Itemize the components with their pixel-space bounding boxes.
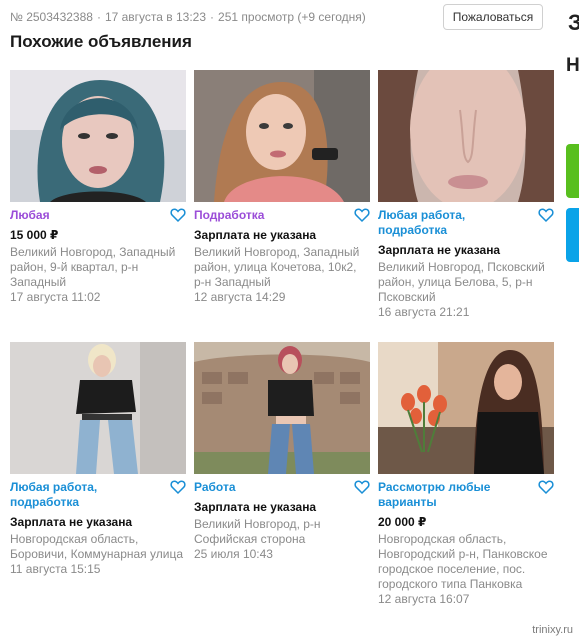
ad-posted-date: 17 августа в 13:23 <box>104 10 207 24</box>
ad-date: 17 августа 11:02 <box>10 290 101 304</box>
ad-title[interactable]: Работа <box>194 480 370 495</box>
ad-photo[interactable] <box>378 70 554 202</box>
report-button[interactable]: Пожаловаться <box>443 4 543 30</box>
ad-photo[interactable] <box>10 70 186 202</box>
ad-price: 20 000 ₽ <box>378 515 427 529</box>
ad-title[interactable]: Любая работа, подработка <box>10 480 186 510</box>
favorite-heart-icon[interactable] <box>538 207 554 223</box>
ad-card[interactable]: Рассмотрю любые варианты 20 000 ₽ Новгор… <box>378 342 554 607</box>
ad-date: 16 августа 21:21 <box>378 305 470 319</box>
ad-photo[interactable] <box>378 342 554 474</box>
ad-number: № 2503432388 <box>10 10 93 24</box>
ad-title[interactable]: Любая работа, подработка <box>378 208 554 238</box>
green-action-button[interactable] <box>566 144 579 198</box>
ad-address: Великий Новгород, Западный район, улица … <box>194 245 360 289</box>
ad-title[interactable]: Рассмотрю любые варианты <box>378 480 554 510</box>
ad-price: Зарплата не указана <box>194 500 317 514</box>
ad-photo[interactable] <box>194 342 370 474</box>
ad-address: Великий Новгород, Псковский район, улица… <box>378 260 545 304</box>
edge-subheading-fragment: Н <box>566 55 579 76</box>
blue-action-button[interactable] <box>566 208 579 262</box>
ad-date: 12 августа 14:29 <box>194 290 286 304</box>
ad-date: 11 августа 15:15 <box>10 562 101 576</box>
ad-address: Великий Новгород, Западный район, 9-й кв… <box>10 245 176 289</box>
edge-heading-fragment: З <box>568 10 579 35</box>
favorite-heart-icon[interactable] <box>538 479 554 495</box>
ad-views: 251 просмотр (+9 сегодня) <box>218 10 366 24</box>
ad-photo[interactable] <box>194 70 370 202</box>
ad-title[interactable]: Любая <box>10 208 186 223</box>
ad-date: 25 июля 10:43 <box>194 547 273 561</box>
ad-title[interactable]: Подработка <box>194 208 370 223</box>
ad-address: Новгородская область, Новгородский р-н, … <box>378 532 548 591</box>
ad-photo[interactable] <box>10 342 186 474</box>
ad-card[interactable]: Любая работа, подработка Зарплата не ука… <box>378 70 554 320</box>
ad-price: Зарплата не указана <box>194 228 317 242</box>
ad-card[interactable]: Любая работа, подработка Зарплата не ука… <box>10 342 186 577</box>
ad-card[interactable]: Работа Зарплата не указана Великий Новго… <box>194 342 370 562</box>
ad-address: Великий Новгород, р-н Софийская сторона <box>194 517 321 546</box>
ad-price: Зарплата не указана <box>378 243 501 257</box>
ad-price: 15 000 ₽ <box>10 228 59 242</box>
ad-card[interactable]: Любая 15 000 ₽ Великий Новгород, Западны… <box>10 70 186 305</box>
ad-address: Новгородская область, Боровичи, Коммунар… <box>10 532 183 561</box>
ad-price: Зарплата не указана <box>10 515 133 529</box>
favorite-heart-icon[interactable] <box>354 207 370 223</box>
ad-meta: № 2503432388 · 17 августа в 13:23 · 251 прос… <box>10 10 366 24</box>
ad-card[interactable]: Подработка Зарплата не указана Великий Н… <box>194 70 370 305</box>
favorite-heart-icon[interactable] <box>170 207 186 223</box>
watermark: trinixy.ru <box>532 624 573 636</box>
favorite-heart-icon[interactable] <box>170 479 186 495</box>
favorite-heart-icon[interactable] <box>354 479 370 495</box>
ad-date: 12 августа 16:07 <box>378 592 470 606</box>
similar-ads-heading: Похожие объявления <box>10 32 192 51</box>
